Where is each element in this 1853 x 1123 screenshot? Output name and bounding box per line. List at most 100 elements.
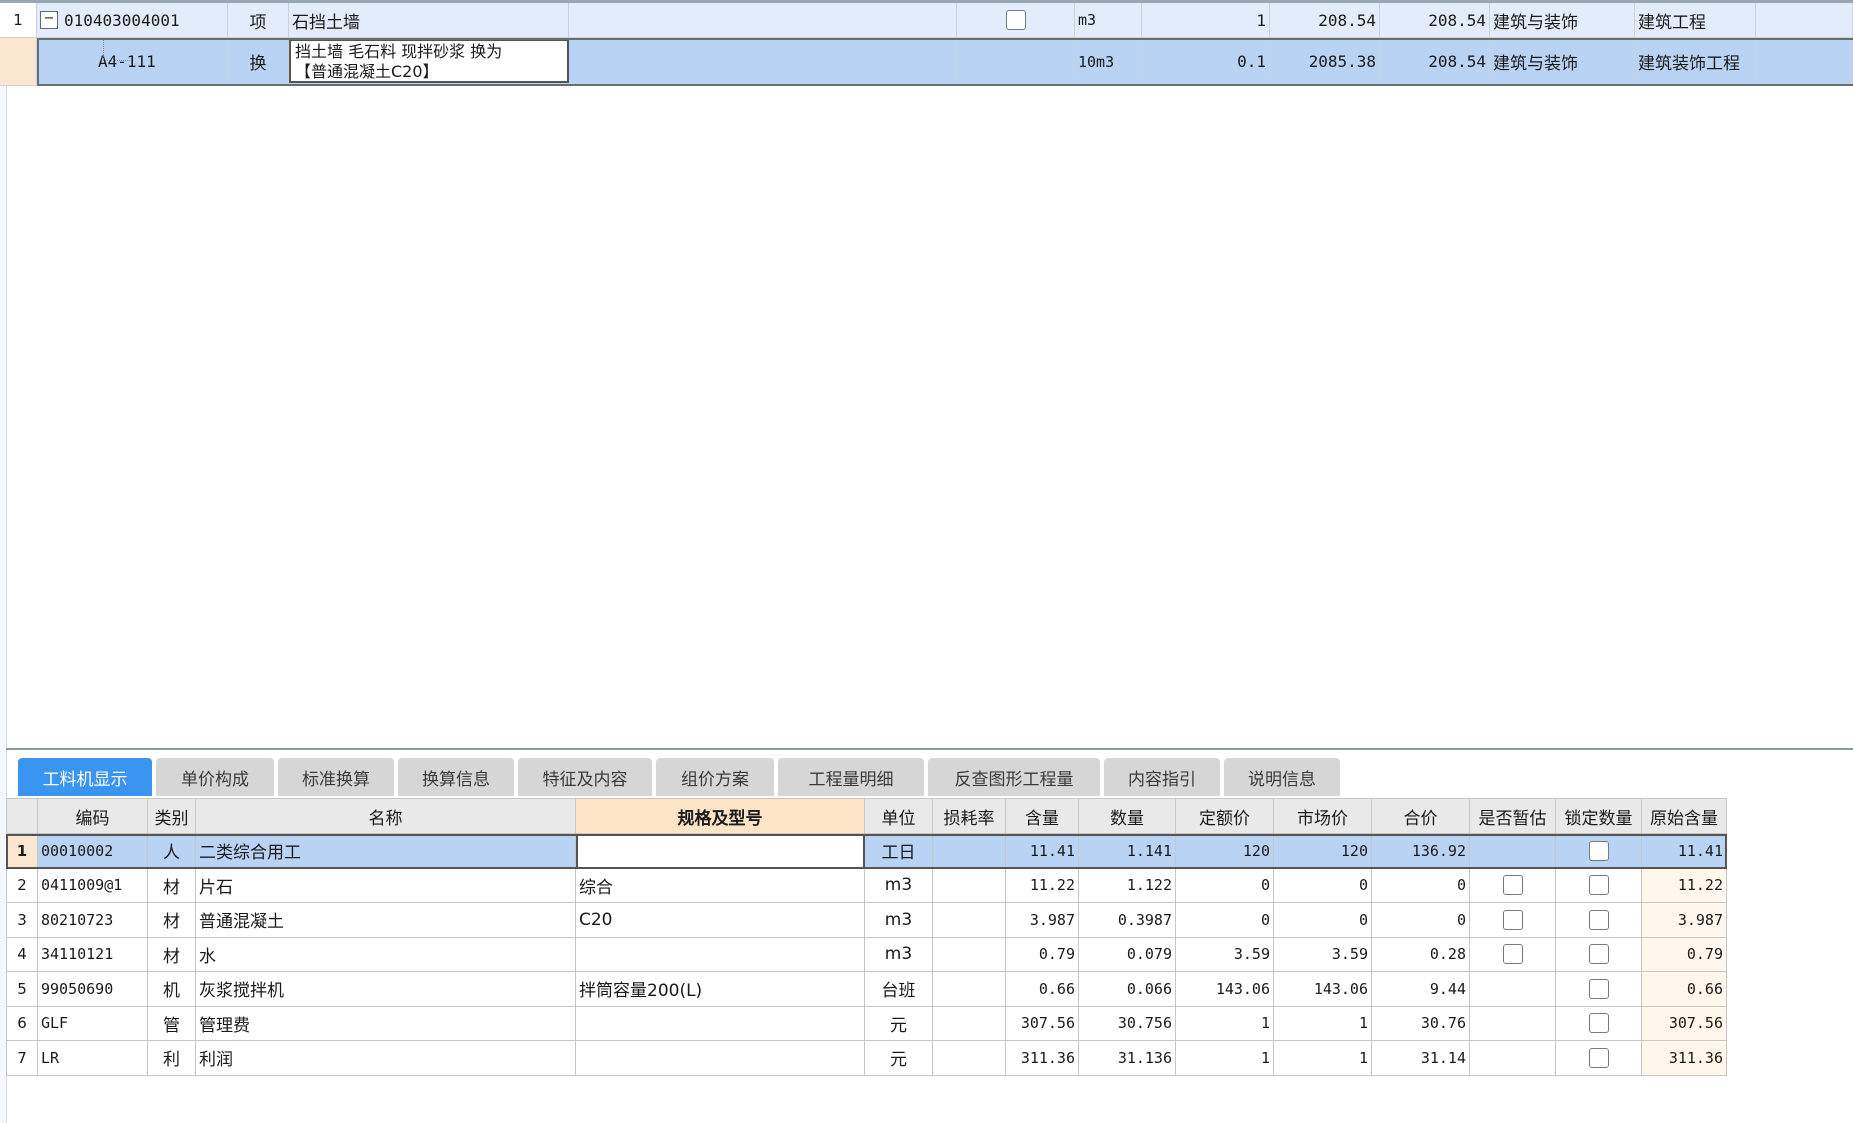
original-content-cell[interactable]: 11.22 [1642,868,1727,903]
column-header-spec[interactable]: 规格及型号 [576,798,865,834]
market-price-cell[interactable]: 1 [1274,1041,1372,1076]
checkbox-cell[interactable] [957,38,1075,86]
category-cell[interactable]: 利 [148,1041,196,1076]
column-header-quota-price[interactable]: 定额价 [1176,798,1274,834]
loss-rate-cell[interactable] [933,1006,1006,1041]
column-header-orig-content[interactable]: 原始含量 [1642,798,1727,834]
lock-quantity-cell[interactable] [1556,868,1642,903]
loss-rate-cell[interactable] [933,972,1006,1007]
unit-cell[interactable]: m3 [1075,3,1142,38]
lock-quantity-cell[interactable] [1556,1006,1642,1041]
tab-unit-price-composition[interactable]: 单价构成 [156,758,274,796]
unit-cell[interactable]: m3 [865,937,933,972]
category-cell[interactable]: 建筑工程 [1635,3,1756,38]
content-cell[interactable]: 307.56 [1006,1006,1079,1041]
content-cell[interactable]: 0.79 [1006,937,1079,972]
loss-rate-cell[interactable] [933,1041,1006,1076]
row-number[interactable] [0,38,37,86]
lock-quantity-cell[interactable] [1556,834,1642,869]
lock-quantity-checkbox[interactable] [1588,978,1609,999]
total-cell[interactable]: 0 [1372,903,1470,938]
market-price-cell[interactable]: 0 [1274,903,1372,938]
lock-quantity-cell[interactable] [1556,972,1642,1007]
lock-quantity-checkbox[interactable] [1588,875,1609,896]
provisional-cell[interactable] [1470,868,1556,903]
row-number[interactable]: 6 [6,1006,38,1041]
name-edit-box[interactable]: 挡土墙 毛石料 现拌砂浆 换为 【普通混凝土C20】 [289,39,569,83]
column-header-total[interactable]: 合价 [1372,798,1470,834]
category-cell[interactable]: 材 [148,868,196,903]
total-cell[interactable]: 0.28 [1372,937,1470,972]
category-cell[interactable]: 机 [148,972,196,1007]
column-header-code[interactable]: 编码 [38,798,148,834]
column-header-content[interactable]: 含量 [1006,798,1079,834]
loss-rate-cell[interactable] [933,937,1006,972]
code-cell[interactable]: 80210723 [38,903,148,938]
category-cell[interactable]: 材 [148,903,196,938]
market-price-cell[interactable]: 3.59 [1274,937,1372,972]
quantity-cell[interactable]: 0.1 [1142,38,1270,86]
table-row[interactable]: A4-111 换 10m3 0.1 2085.38 208.54 建筑与装饰 建… [0,38,1853,86]
code-cell[interactable]: A4-111 [37,38,228,86]
unit-cell[interactable]: 工日 [865,834,933,869]
tab-conversion-info[interactable]: 换算信息 [398,758,514,796]
name-cell[interactable]: 管理费 [196,1006,576,1041]
code-cell[interactable]: 0411009@1 [38,868,148,903]
total-cell[interactable]: 0 [1372,868,1470,903]
spec-cell[interactable]: C20 [576,903,865,938]
quantity-cell[interactable]: 0.3987 [1079,903,1176,938]
spec-cell[interactable] [576,1006,865,1041]
total-cell[interactable]: 136.92 [1372,834,1470,869]
code-cell[interactable]: 99050690 [38,972,148,1007]
extra-cell[interactable] [1756,38,1853,86]
name-cell[interactable]: 利润 [196,1041,576,1076]
spec-cell[interactable]: 拌筒容量200(L) [576,972,865,1007]
type-cell[interactable]: 换 [228,38,289,86]
provisional-cell[interactable] [1470,1041,1556,1076]
loss-rate-cell[interactable] [933,903,1006,938]
lock-quantity-checkbox[interactable] [1588,944,1609,965]
category-cell[interactable]: 建筑装饰工程 [1635,38,1756,86]
lock-quantity-cell[interactable] [1556,1041,1642,1076]
quota-price-cell[interactable]: 120 [1176,834,1274,869]
collapse-toggle-icon[interactable]: − [40,11,58,29]
market-price-cell[interactable]: 120 [1274,834,1372,869]
checkbox-cell[interactable] [957,3,1075,38]
market-price-cell[interactable]: 1 [1274,1006,1372,1041]
quantity-cell[interactable]: 1.122 [1079,868,1176,903]
code-cell[interactable]: GLF [38,1006,148,1041]
quota-price-cell[interactable]: 0 [1176,903,1274,938]
quota-price-cell[interactable]: 0 [1176,868,1274,903]
row-number[interactable]: 1 [0,3,37,38]
name-cell[interactable]: 普通混凝土 [196,903,576,938]
row-number[interactable]: 3 [6,903,38,938]
lock-quantity-checkbox[interactable] [1588,909,1609,930]
spec-cell[interactable] [576,1041,865,1076]
lock-quantity-cell[interactable] [1556,903,1642,938]
tab-standard-conversion[interactable]: 标准换算 [278,758,394,796]
column-header-provisional[interactable]: 是否暂估 [1470,798,1556,834]
unit-cell[interactable]: 台班 [865,972,933,1007]
unit-price-cell[interactable]: 208.54 [1270,3,1380,38]
loss-rate-cell[interactable] [933,834,1006,869]
quantity-cell[interactable]: 0.079 [1079,937,1176,972]
quantity-cell[interactable]: 1.141 [1079,834,1176,869]
quantity-cell[interactable]: 30.756 [1079,1006,1176,1041]
quota-price-cell[interactable]: 1 [1176,1041,1274,1076]
name-cell[interactable]: 灰浆搅拌机 [196,972,576,1007]
total-cell[interactable]: 208.54 [1380,3,1490,38]
tab-pricing-scheme[interactable]: 组价方案 [656,758,774,796]
provisional-cell[interactable] [1470,1006,1556,1041]
market-price-cell[interactable]: 143.06 [1274,972,1372,1007]
major-cell[interactable]: 建筑与装饰 [1490,38,1635,86]
row-number[interactable]: 2 [6,868,38,903]
unit-cell[interactable]: 元 [865,1006,933,1041]
content-cell[interactable]: 3.987 [1006,903,1079,938]
column-header-name[interactable]: 名称 [196,798,576,834]
spec-cell[interactable] [576,937,865,972]
original-content-cell[interactable]: 3.987 [1642,903,1727,938]
name-cell[interactable]: 石挡土墙 [289,3,569,38]
original-content-cell[interactable]: 0.79 [1642,937,1727,972]
type-cell[interactable]: 项 [228,3,289,38]
lock-quantity-cell[interactable] [1556,937,1642,972]
